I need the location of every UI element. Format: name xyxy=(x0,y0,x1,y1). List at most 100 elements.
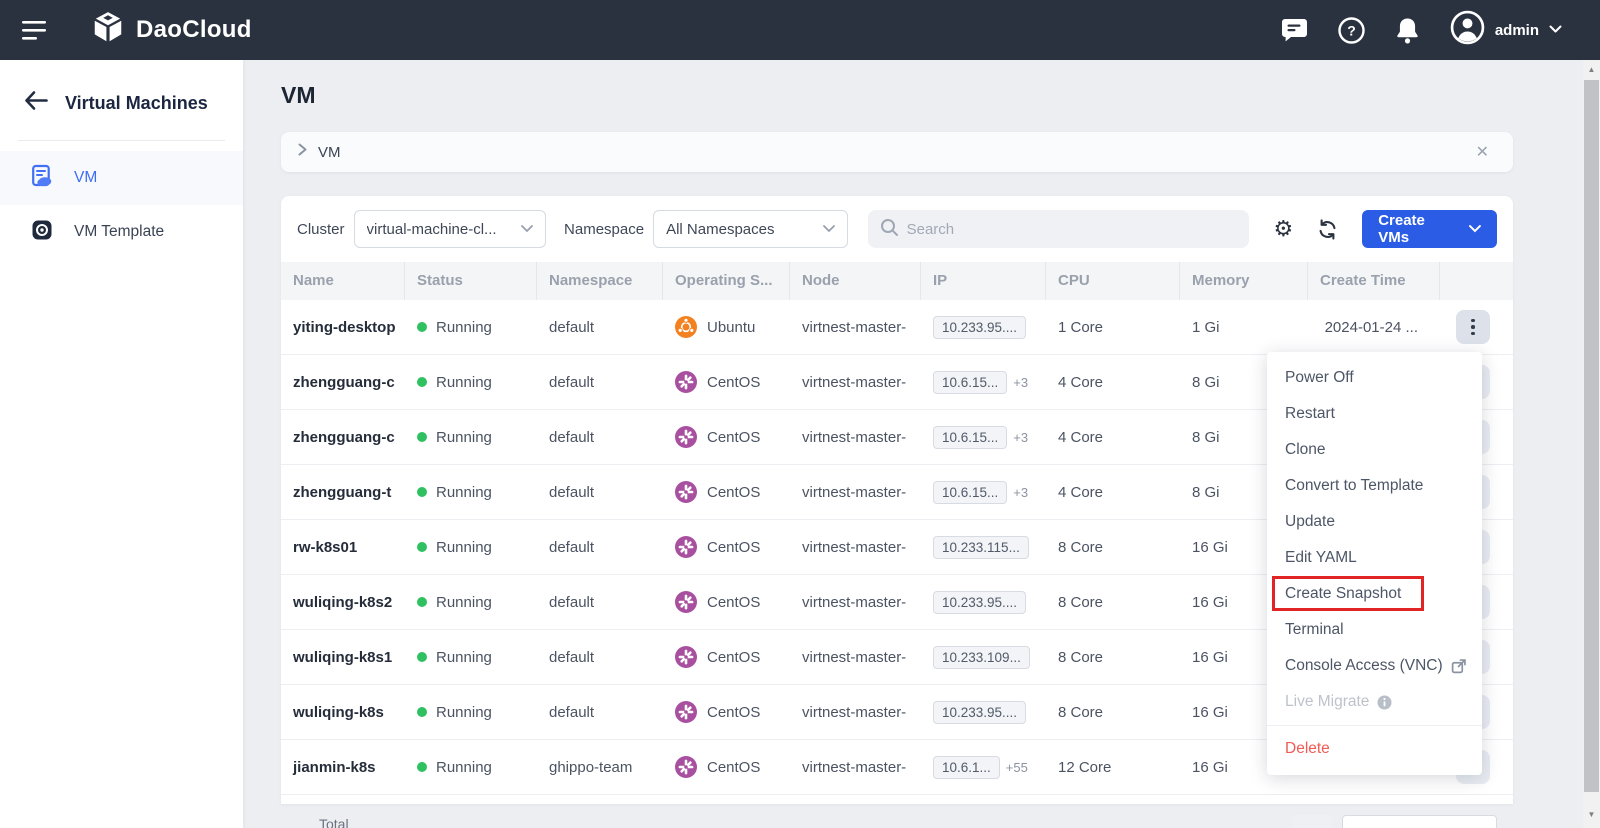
menu-item-label: Terminal xyxy=(1285,612,1344,648)
menu-item-restart[interactable]: Restart xyxy=(1267,396,1482,432)
scrollbar-thumb[interactable] xyxy=(1584,80,1599,792)
sidebar-item-vm[interactable]: VM xyxy=(0,151,243,205)
vertical-scrollbar[interactable]: ▲ ▼ xyxy=(1583,60,1600,828)
os-label: CentOS xyxy=(707,649,760,666)
user-menu[interactable]: admin xyxy=(1450,10,1562,50)
sidebar-item-vm-template[interactable]: VM Template xyxy=(0,205,243,259)
ip-chip[interactable]: 10.6.15... xyxy=(933,481,1007,504)
row-kebab-menu-icon[interactable] xyxy=(1456,310,1490,344)
ip-cell: 10.233.115... xyxy=(921,536,1046,559)
help-icon[interactable]: ? xyxy=(1338,17,1365,44)
ip-extra-count[interactable]: +3 xyxy=(1013,430,1028,445)
notifications-bell-icon[interactable] xyxy=(1395,17,1420,44)
brand-logo[interactable]: DaoCloud xyxy=(90,10,252,51)
tab-label: VM xyxy=(318,144,341,161)
menu-item-convert-to-template[interactable]: Convert to Template xyxy=(1267,468,1482,504)
centos-os-icon xyxy=(675,426,697,448)
vm-name-cell[interactable]: wuliqing-k8s xyxy=(281,704,405,721)
vm-name-cell[interactable]: jianmin-k8s xyxy=(281,759,405,776)
centos-os-icon xyxy=(675,536,697,558)
collapse-tab-bar[interactable]: VM ✕ xyxy=(281,132,1513,172)
search-icon xyxy=(880,218,898,241)
menu-item-terminal[interactable]: Terminal xyxy=(1267,612,1482,648)
ip-chip[interactable]: 10.233.109... xyxy=(933,646,1030,669)
sidebar-divider xyxy=(18,140,225,141)
ip-extra-count[interactable]: +55 xyxy=(1006,760,1028,775)
status-cell: Running xyxy=(405,594,537,611)
column-header-namespace: Namespace xyxy=(537,262,663,300)
ip-chip[interactable]: 10.6.1... xyxy=(933,756,1000,779)
search-box[interactable] xyxy=(868,210,1250,248)
ip-cell: 10.233.95.... xyxy=(921,591,1046,614)
centos-os-icon xyxy=(675,481,697,503)
node-cell: virtnest-master- xyxy=(790,539,921,556)
vm-name-cell[interactable]: zhengguang-c xyxy=(281,374,405,391)
back-arrow-icon[interactable] xyxy=(24,90,49,116)
menu-item-label: Edit YAML xyxy=(1285,540,1357,576)
cluster-select[interactable]: virtual-machine-cl... xyxy=(354,210,547,248)
menu-item-update[interactable]: Update xyxy=(1267,504,1482,540)
scrollbar-down-arrow[interactable]: ▼ xyxy=(1583,805,1600,823)
os-label: CentOS xyxy=(707,759,760,776)
operating-system-cell: CentOS xyxy=(663,426,790,448)
cpu-cell: 8 Core xyxy=(1046,594,1180,611)
sidebar-back[interactable]: Virtual Machines xyxy=(0,90,243,116)
ip-chip[interactable]: 10.233.95.... xyxy=(933,701,1026,724)
status-cell: Running xyxy=(405,429,537,446)
ip-chip[interactable]: 10.233.95.... xyxy=(933,316,1026,339)
messages-icon[interactable] xyxy=(1281,18,1308,43)
menu-item-create-snapshot[interactable]: Create Snapshot xyxy=(1267,576,1482,612)
menu-item-power-off[interactable]: Power Off xyxy=(1267,360,1482,396)
ip-chip[interactable]: 10.233.95.... xyxy=(933,591,1026,614)
menu-item-clone[interactable]: Clone xyxy=(1267,432,1482,468)
memory-cell: 1 Gi xyxy=(1180,319,1308,336)
page-size-select[interactable] xyxy=(1342,815,1497,828)
centos-os-icon xyxy=(675,371,697,393)
ip-extra-count[interactable]: +3 xyxy=(1013,485,1028,500)
node-cell: virtnest-master- xyxy=(790,429,921,446)
close-icon[interactable]: ✕ xyxy=(1476,142,1489,162)
pagination-pager[interactable] xyxy=(1292,815,1332,828)
namespace-select[interactable]: All Namespaces xyxy=(653,210,848,248)
sidebar: Virtual Machines VM VM Template xyxy=(0,60,243,828)
vm-name-cell[interactable]: wuliqing-k8s1 xyxy=(281,649,405,666)
menu-item-console-access-vnc[interactable]: Console Access (VNC) xyxy=(1267,648,1482,684)
create-vms-button[interactable]: Create VMs xyxy=(1362,210,1497,248)
table-settings-gear-icon[interactable]: ⚙ xyxy=(1273,218,1293,240)
column-header-create-time: Create Time xyxy=(1308,262,1440,300)
ip-chip[interactable]: 10.6.15... xyxy=(933,426,1007,449)
menu-item-edit-yaml[interactable]: Edit YAML xyxy=(1267,540,1482,576)
vm-name-cell[interactable]: yiting-desktop xyxy=(281,319,405,336)
os-label: Ubuntu xyxy=(707,319,755,336)
os-label: CentOS xyxy=(707,539,760,556)
ip-extra-count[interactable]: +3 xyxy=(1013,375,1028,390)
menu-item-delete[interactable]: Delete xyxy=(1267,731,1482,767)
centos-os-icon xyxy=(675,591,697,613)
node-cell: virtnest-master- xyxy=(790,649,921,666)
chevron-right-icon[interactable] xyxy=(297,143,308,161)
search-input[interactable] xyxy=(907,221,1207,238)
vm-name-cell[interactable]: wuliqing-k8s2 xyxy=(281,594,405,611)
os-label: CentOS xyxy=(707,594,760,611)
status-dot-icon xyxy=(417,762,427,772)
ip-chip[interactable]: 10.233.115... xyxy=(933,536,1029,559)
vm-name-cell[interactable]: rw-k8s01 xyxy=(281,539,405,556)
vm-name-cell[interactable]: zhengguang-t xyxy=(281,484,405,501)
status-dot-icon xyxy=(417,597,427,607)
menu-item-live-migrate: Live Migrate xyxy=(1267,684,1482,720)
refresh-icon[interactable] xyxy=(1317,219,1338,240)
status-cell: Running xyxy=(405,484,537,501)
cluster-select-value: virtual-machine-cl... xyxy=(367,221,497,238)
menu-toggle-icon[interactable] xyxy=(22,20,48,41)
column-header-ip: IP xyxy=(921,262,1046,300)
ip-chip[interactable]: 10.6.15... xyxy=(933,371,1007,394)
status-dot-icon xyxy=(417,707,427,717)
node-cell: virtnest-master- xyxy=(790,704,921,721)
cpu-cell: 8 Core xyxy=(1046,649,1180,666)
menu-item-label: Update xyxy=(1285,504,1335,540)
menu-item-label: Clone xyxy=(1285,432,1326,468)
scrollbar-up-arrow[interactable]: ▲ xyxy=(1583,60,1600,78)
ip-cell: 10.6.15... +3 xyxy=(921,481,1046,504)
vm-name-cell[interactable]: zhengguang-c xyxy=(281,429,405,446)
menu-item-label: Convert to Template xyxy=(1285,468,1423,504)
